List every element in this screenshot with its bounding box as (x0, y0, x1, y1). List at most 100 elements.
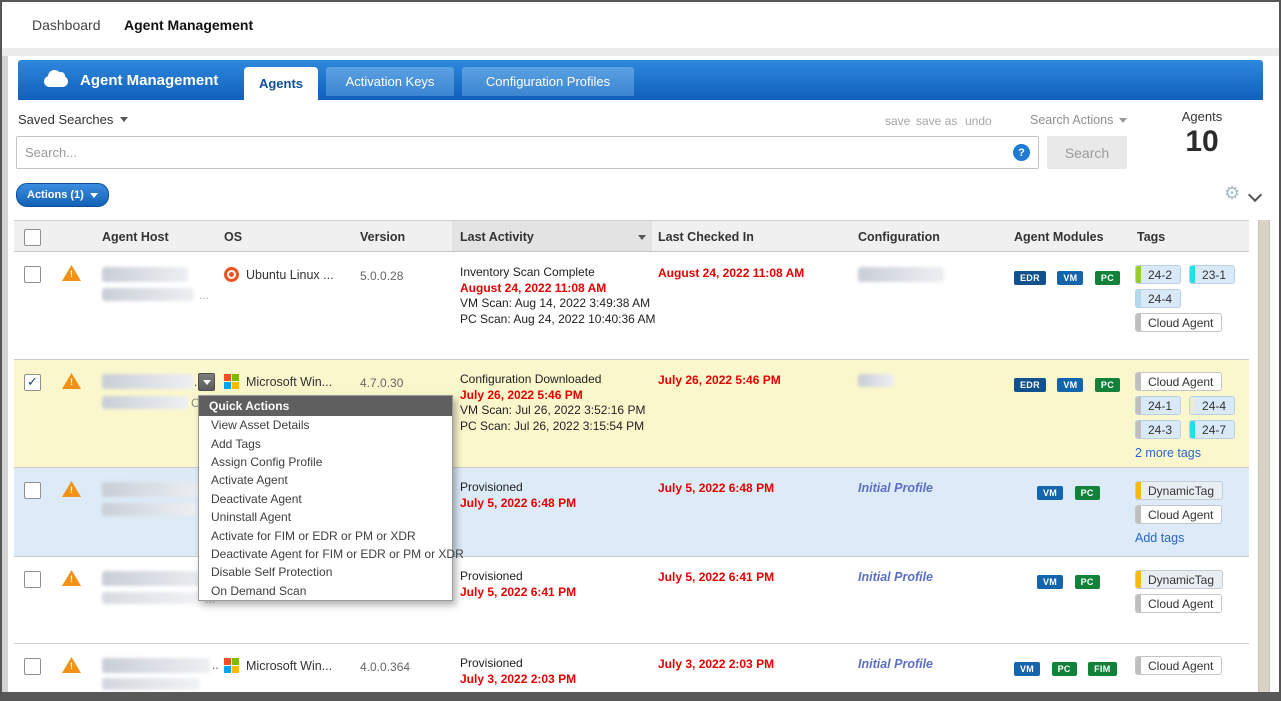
os-name: Microsoft Win... (246, 375, 332, 389)
tag-pill[interactable]: Cloud Agent (1135, 313, 1222, 332)
activity-date: July 26, 2022 5:46 PM (460, 388, 645, 404)
last-activity-cell: Configuration Downloaded July 26, 2022 5… (460, 372, 645, 434)
menu-item-disable-self-protection[interactable]: Disable Self Protection (199, 563, 452, 581)
save-as-link[interactable]: save as (916, 114, 957, 128)
row-checkbox[interactable] (24, 658, 41, 675)
tab-configuration-profiles[interactable]: Configuration Profiles (462, 67, 634, 96)
activity-status: Configuration Downloaded (460, 372, 645, 388)
nav-item-agent-management[interactable]: Agent Management (124, 17, 253, 33)
tag-pill[interactable]: 24-7 (1189, 420, 1235, 439)
tag-pill[interactable]: Cloud Agent (1135, 505, 1222, 524)
module-badge: EDR (1014, 271, 1046, 285)
activity-date: July 5, 2022 6:48 PM (460, 496, 576, 512)
col-header-agent-host[interactable]: Agent Host (102, 230, 169, 244)
tag-pill[interactable]: Cloud Agent (1135, 656, 1222, 675)
warning-icon (62, 570, 81, 586)
host-name-redacted (102, 592, 202, 604)
menu-item-activate-agent[interactable]: Activate Agent (199, 471, 452, 489)
activity-date: July 3, 2022 2:03 PM (460, 672, 576, 688)
help-icon[interactable]: ? (1013, 144, 1030, 161)
add-tags-link[interactable]: Add tags (1135, 531, 1263, 545)
configuration-redacted (858, 374, 894, 387)
agent-modules-cell: VM PC (1037, 483, 1107, 501)
configuration-profile[interactable]: Initial Profile (858, 657, 933, 671)
menu-item-deactivate-fim-edr-pm-xdr[interactable]: Deactivate Agent for FIM or EDR or PM or… (199, 545, 452, 563)
tag-pill[interactable]: 24-3 (1135, 420, 1181, 439)
tags-cell: DynamicTag Cloud Agent Add tags (1135, 481, 1263, 545)
menu-item-uninstall-agent[interactable]: Uninstall Agent (199, 508, 452, 526)
col-header-os[interactable]: OS (224, 230, 242, 244)
module-badge: PC (1095, 378, 1120, 392)
chevron-down-icon (1119, 118, 1127, 123)
chevron-down-icon (203, 380, 211, 385)
nav-item-dashboard[interactable]: Dashboard (32, 17, 101, 33)
tag-pill[interactable]: 23-1 (1189, 265, 1235, 284)
menu-item-deactivate-agent[interactable]: Deactivate Agent (199, 490, 452, 508)
host-name-redacted (102, 658, 210, 673)
table-row[interactable]: ... Ubuntu Linux ... 5.0.0.28 Inventory … (14, 252, 1249, 360)
tag-pill[interactable]: DynamicTag (1135, 481, 1223, 500)
chevron-down-icon[interactable] (1248, 188, 1262, 202)
tag-color-cap (1190, 266, 1195, 283)
search-input[interactable] (16, 136, 1039, 169)
tag-pill[interactable]: 24-4 (1135, 289, 1181, 308)
actions-button[interactable]: Actions (1) (16, 183, 109, 207)
module-badge: VM (1014, 662, 1040, 676)
tag-pill[interactable]: Cloud Agent (1135, 594, 1222, 613)
configuration-profile[interactable]: Initial Profile (858, 570, 933, 584)
tag-pill[interactable]: 24-2 (1135, 265, 1181, 284)
search-actions-label: Search Actions (1030, 113, 1113, 127)
tags-cell: DynamicTag Cloud Agent (1135, 570, 1263, 613)
row-checkbox-checked[interactable] (24, 374, 41, 391)
quick-actions-caret-button[interactable] (198, 373, 215, 391)
menu-item-assign-config-profile[interactable]: Assign Config Profile (199, 453, 452, 471)
tag-pill[interactable]: 24-4 (1189, 396, 1235, 415)
row-checkbox[interactable] (24, 482, 41, 499)
agent-version: 4.7.0.30 (360, 376, 403, 390)
activity-date: August 24, 2022 11:08 AM (460, 281, 655, 297)
col-header-tags[interactable]: Tags (1137, 230, 1165, 244)
table-row[interactable]: .. Microsoft Win... 4.0.0.364 Provisione… (14, 644, 1249, 696)
search-button[interactable]: Search (1047, 136, 1127, 169)
host-name-redacted (102, 482, 206, 497)
more-tags-link[interactable]: 2 more tags (1135, 446, 1263, 460)
select-all-checkbox[interactable] (24, 229, 41, 246)
tag-color-cap (1136, 657, 1141, 674)
saved-searches-dropdown[interactable]: Saved Searches (18, 112, 128, 127)
gear-icon[interactable] (1224, 184, 1240, 202)
col-header-configuration[interactable]: Configuration (858, 230, 940, 244)
tab-activation-keys[interactable]: Activation Keys (326, 67, 454, 96)
tag-color-cap (1136, 595, 1141, 612)
col-header-last-activity[interactable]: Last Activity (452, 221, 652, 251)
configuration-profile[interactable]: Initial Profile (858, 481, 933, 495)
menu-item-add-tags[interactable]: Add Tags (199, 434, 452, 452)
tag-color-cap (1136, 506, 1141, 523)
tag-pill[interactable]: Cloud Agent (1135, 372, 1222, 391)
col-header-version[interactable]: Version (360, 230, 405, 244)
tab-agents[interactable]: Agents (244, 67, 318, 100)
tag-color-cap (1136, 290, 1141, 307)
module-title: Agent Management (80, 72, 218, 89)
vertical-scrollbar[interactable] (1258, 220, 1270, 692)
save-link[interactable]: save (885, 114, 910, 128)
col-header-last-checked-in[interactable]: Last Checked In (658, 230, 754, 244)
module-badge: VM (1057, 378, 1083, 392)
agent-version: 4.0.0.364 (360, 660, 410, 674)
activity-status: Provisioned (460, 656, 576, 672)
row-checkbox[interactable] (24, 266, 41, 283)
search-actions-dropdown[interactable]: Search Actions (1030, 113, 1127, 127)
menu-item-activate-fim-edr-pm-xdr[interactable]: Activate for FIM or EDR or PM or XDR (199, 526, 452, 544)
activity-status: Inventory Scan Complete (460, 265, 655, 281)
tag-pill[interactable]: 24-1 (1135, 396, 1181, 415)
tag-pill[interactable]: DynamicTag (1135, 570, 1223, 589)
col-header-agent-modules[interactable]: Agent Modules (1014, 230, 1104, 244)
undo-link[interactable]: undo (965, 114, 992, 128)
agent-version: 5.0.0.28 (360, 269, 403, 283)
host-name-redacted (102, 678, 200, 690)
module-badge: PC (1075, 575, 1100, 589)
menu-item-view-asset-details[interactable]: View Asset Details (199, 416, 452, 434)
menu-item-on-demand-scan[interactable]: On Demand Scan (199, 582, 452, 600)
row-checkbox[interactable] (24, 571, 41, 588)
tag-color-cap (1136, 421, 1141, 438)
module-badge: EDR (1014, 378, 1046, 392)
